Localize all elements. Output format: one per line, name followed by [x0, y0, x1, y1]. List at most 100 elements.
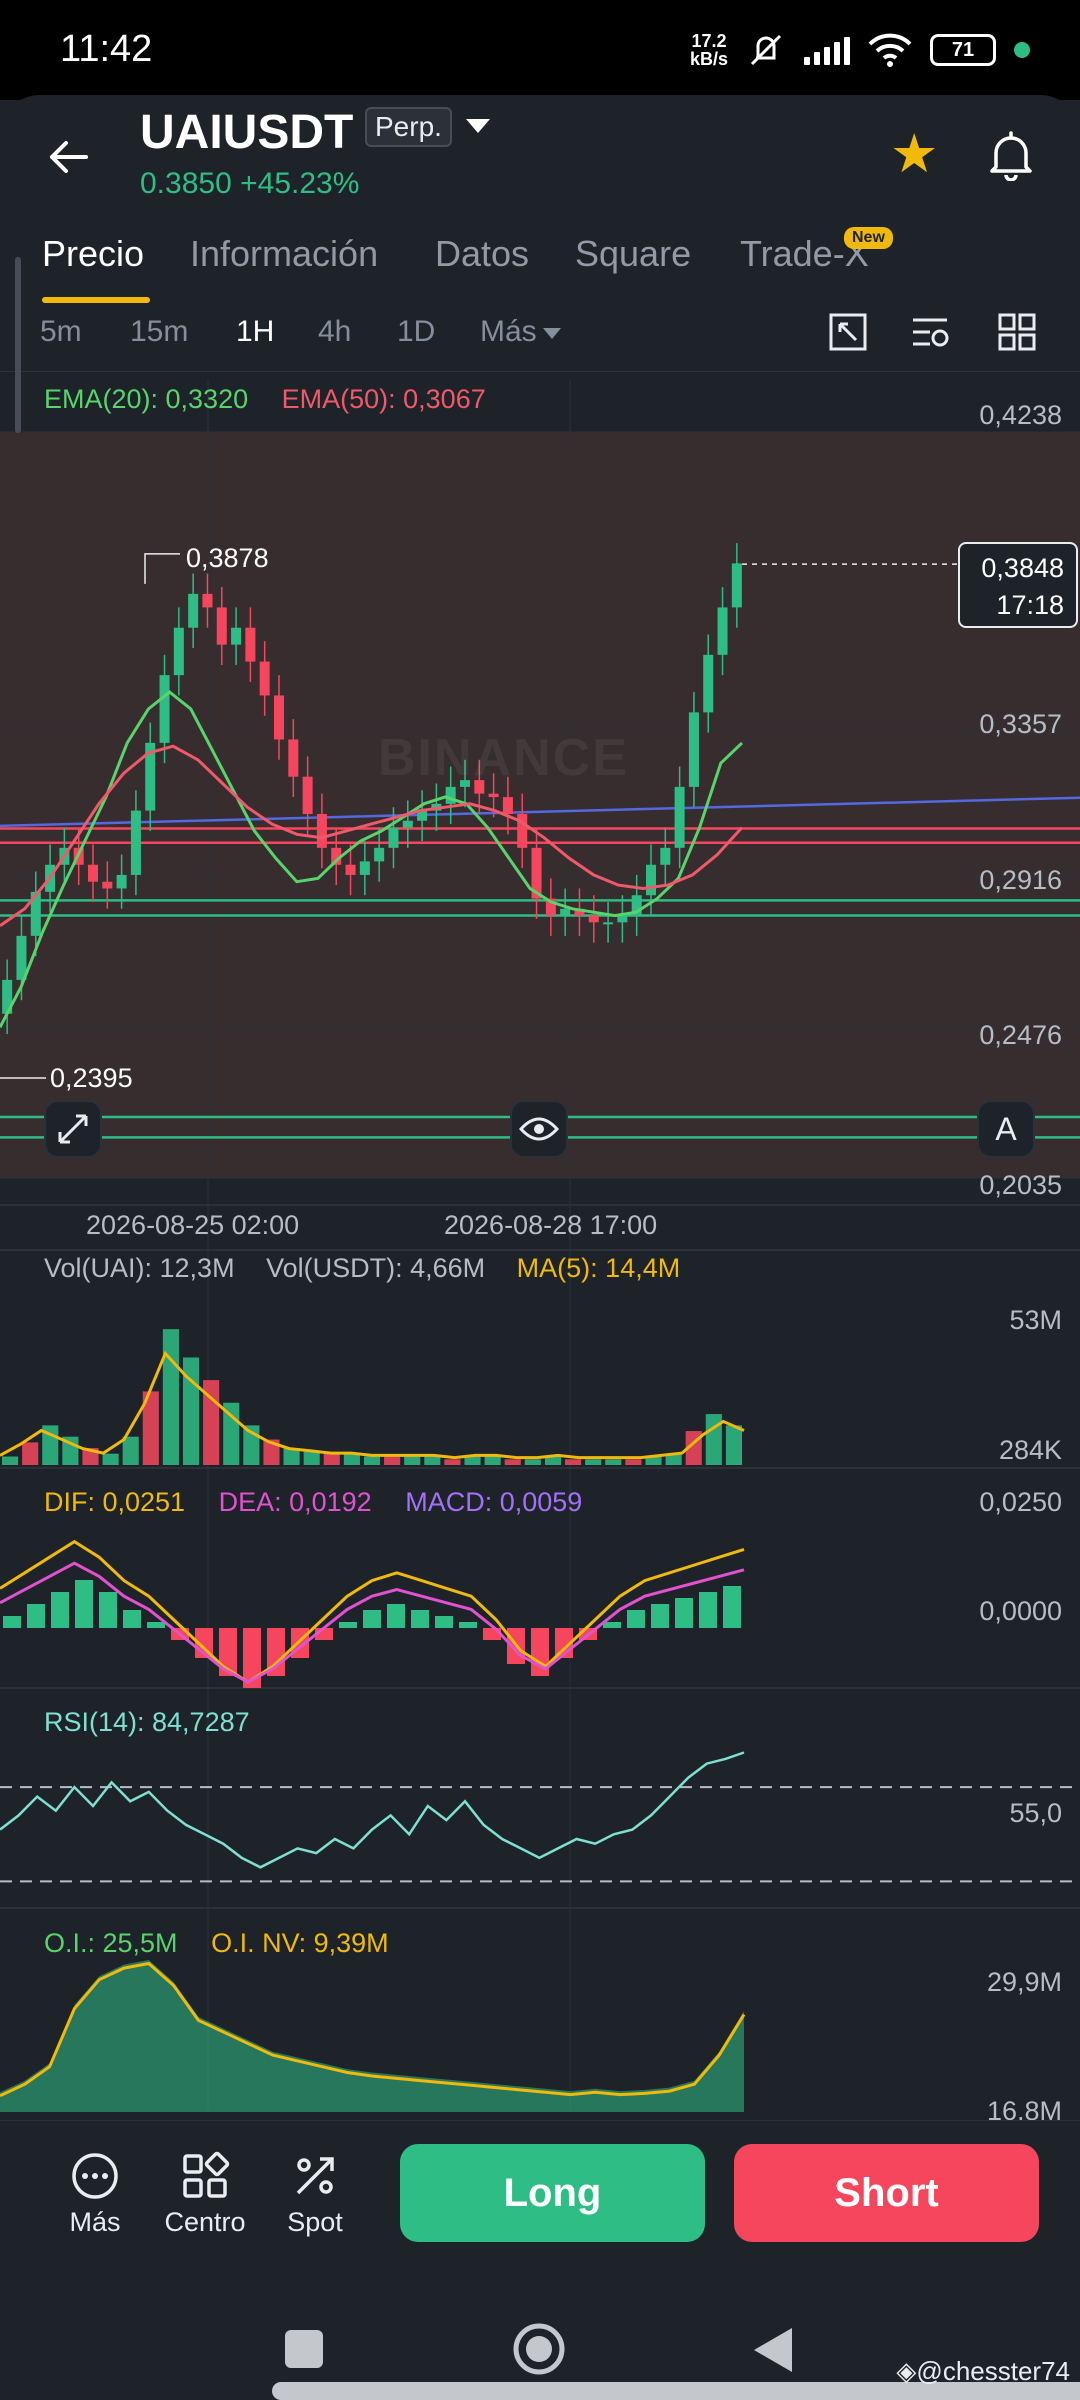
volume-ma-line	[0, 1350, 745, 1460]
candle-body	[388, 827, 399, 848]
expand-chart-button[interactable]	[44, 1100, 102, 1158]
candle-body	[102, 881, 113, 889]
candle-body	[159, 675, 170, 743]
candle-body	[617, 915, 628, 923]
expand-icon	[58, 1114, 88, 1144]
creator-credit: ◈@chesster74	[896, 2356, 1070, 2386]
auto-scale-button[interactable]: A	[977, 1100, 1035, 1158]
volume-axis-max: 53M	[1009, 1305, 1062, 1335]
volume-bar	[444, 1459, 461, 1465]
macd-dif: DIF: 0,0251	[44, 1487, 186, 1517]
candle-body	[245, 627, 256, 662]
chart-canvas[interactable]	[0, 0, 1080, 2120]
volume-bar	[122, 1436, 139, 1465]
volume-bar	[504, 1459, 521, 1465]
volume-quote: Vol(USDT): 4,66M	[266, 1253, 486, 1283]
candle-body	[345, 864, 356, 875]
volume-bar	[484, 1456, 501, 1465]
candle-body	[645, 864, 657, 896]
candle-body	[288, 739, 299, 777]
macd-histogram-bar	[723, 1586, 741, 1628]
center-button[interactable]: Centro	[160, 2151, 250, 2238]
candle-body	[259, 661, 270, 696]
macd-histogram-bar	[411, 1610, 429, 1628]
macd-histogram-bar	[627, 1610, 645, 1628]
volume-bar	[323, 1453, 340, 1465]
macd-histogram-bar	[123, 1610, 141, 1628]
candle-body	[130, 810, 141, 875]
long-button[interactable]: Long	[400, 2144, 705, 2242]
candle-body	[660, 847, 671, 865]
volume-bar	[102, 1453, 119, 1465]
current-price-label: 0,3848	[981, 553, 1064, 583]
volume-bar	[384, 1456, 401, 1465]
open-interest: O.I.: 25,5M	[44, 1928, 178, 1958]
volume-bar	[585, 1459, 602, 1465]
rsi-legend: RSI(14): 84,7287	[44, 1707, 250, 1737]
system-back-button[interactable]	[752, 2326, 794, 2374]
candle-body	[502, 797, 513, 814]
candle-body	[202, 593, 213, 608]
candle-body	[588, 915, 599, 923]
current-price-box: 0,3848 17:18	[958, 542, 1078, 628]
candle-countdown: 17:18	[996, 590, 1064, 620]
candle-body	[703, 654, 714, 713]
candle-body	[488, 793, 499, 798]
rsi-line	[0, 1751, 745, 1869]
volume-bar	[363, 1456, 381, 1465]
more-dots-icon	[72, 2153, 118, 2199]
volume-bar	[725, 1425, 742, 1465]
candle-body	[731, 563, 742, 608]
volume-bar	[524, 1459, 541, 1465]
volume-bar	[22, 1442, 39, 1465]
more-button[interactable]: Más	[50, 2151, 140, 2238]
volume-bar	[162, 1329, 179, 1465]
volume-bar	[705, 1414, 722, 1465]
candle-body	[717, 607, 728, 655]
app-screen: 11:42 17.2 kB/s 71 UAIUSDT Perp. 0.3850 …	[0, 0, 1080, 2400]
macd-histogram-bar	[459, 1622, 477, 1628]
candle-body	[302, 776, 313, 814]
price-axis-label: 0,2476	[979, 1020, 1062, 1050]
volume-bar	[605, 1459, 622, 1465]
volume-axis-min: 284K	[998, 1435, 1062, 1465]
recent-apps-button[interactable]	[285, 2330, 323, 2368]
oi-axis-top: 29,9M	[986, 1967, 1062, 1997]
volume-bar	[343, 1453, 360, 1465]
price-range-shading	[0, 432, 1080, 1178]
macd-histogram-bar	[27, 1604, 45, 1628]
macd-histogram-bar	[387, 1604, 405, 1628]
home-button[interactable]	[512, 2322, 566, 2376]
macd-histogram-bar	[75, 1580, 93, 1628]
macd-histogram-bar	[363, 1610, 381, 1628]
candle-body	[688, 712, 699, 787]
price-axis-label: 0,2035	[979, 1170, 1062, 1200]
rsi-axis-mid: 55,0	[1009, 1798, 1062, 1828]
candle-body	[359, 861, 370, 875]
price-axis-label: 0,4238	[979, 400, 1062, 430]
macd-histogram-bar	[99, 1592, 117, 1628]
candle-body	[674, 786, 685, 848]
volume-ma5: MA(5): 14,4M	[516, 1253, 681, 1283]
macd-axis-top: 0,0250	[979, 1487, 1062, 1517]
volume-bar	[404, 1456, 421, 1465]
short-button[interactable]: Short	[734, 2144, 1039, 2242]
candle-body	[231, 627, 242, 645]
high-price-label: 0,3878	[186, 543, 269, 573]
candle-body	[316, 813, 327, 848]
eye-icon	[519, 1117, 559, 1141]
spot-button[interactable]: Spot	[270, 2151, 360, 2238]
candle-body	[402, 820, 413, 828]
macd-dea: DEA: 0,0192	[218, 1487, 372, 1517]
exchange-watermark: BINANCE	[378, 729, 629, 787]
macd-histogram-bar	[675, 1598, 693, 1628]
candle-body	[87, 864, 99, 882]
open-interest-area	[0, 1960, 744, 2112]
macd-histogram-bar	[699, 1592, 717, 1628]
diamond-logo-icon: ◈	[896, 2356, 917, 2386]
candle-body	[116, 874, 127, 889]
macd-histogram-bar	[651, 1604, 669, 1628]
candle-body	[603, 922, 614, 925]
volume-bar	[625, 1459, 642, 1465]
toggle-visibility-button[interactable]	[510, 1100, 568, 1158]
